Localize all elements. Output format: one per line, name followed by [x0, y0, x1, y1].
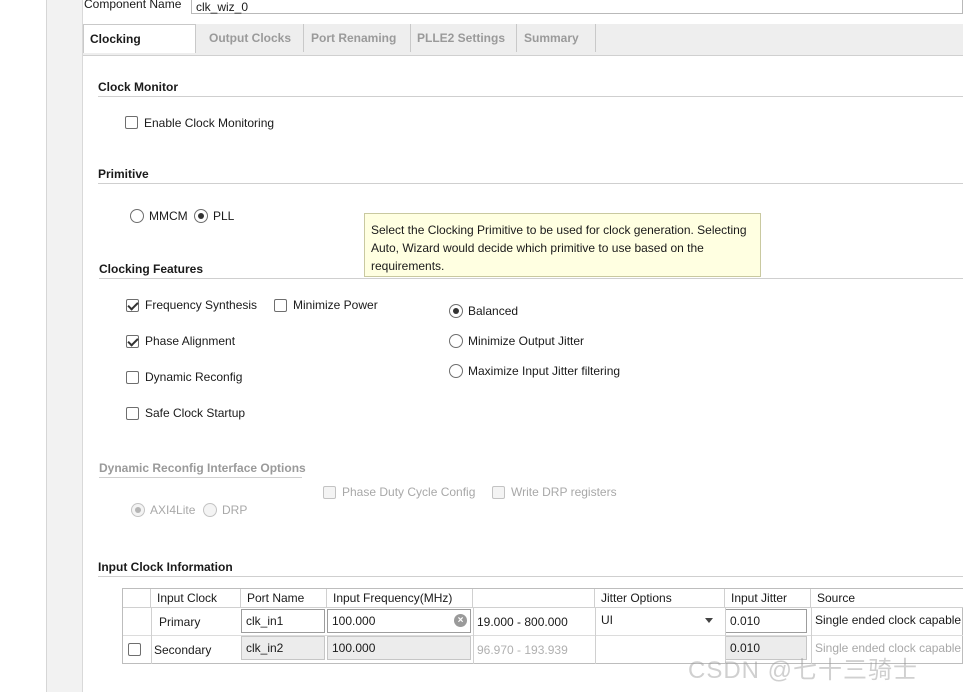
write-drp-registers-label: Write DRP registers [511, 485, 617, 499]
divider [98, 183, 963, 184]
watermark: CSDN @七十三骑士 [688, 657, 919, 684]
component-name-label: Component Name [84, 0, 182, 11]
maximize-input-jitter-label: Maximize Input Jitter filtering [468, 364, 621, 378]
balanced-radio[interactable] [449, 304, 463, 318]
tab-plle2-settings[interactable]: PLLE2 Settings [411, 24, 517, 52]
dynamic-reconfig-label: Dynamic Reconfig [145, 370, 243, 384]
pll-label: PLL [213, 209, 235, 223]
safe-clock-startup-label: Safe Clock Startup [145, 406, 246, 420]
frequency-synthesis-checkbox[interactable] [126, 299, 139, 312]
minimize-output-jitter-radio[interactable] [449, 334, 463, 348]
drp-options-title: Dynamic Reconfig Interface Options [99, 461, 306, 475]
drp-label: DRP [222, 503, 248, 517]
primary-source-select[interactable]: Single ended clock capable pin [811, 606, 963, 634]
phase-duty-cycle-checkbox[interactable] [323, 486, 336, 499]
input-clock-info-title: Input Clock Information [98, 560, 233, 574]
clock-monitor-title: Clock Monitor [98, 80, 178, 94]
primary-input-jitter-input[interactable]: 0.010 [725, 609, 807, 633]
tab-port-renaming[interactable]: Port Renaming [305, 24, 411, 52]
write-drp-registers-checkbox[interactable] [492, 486, 505, 499]
table-header-select [123, 589, 151, 608]
tab-summary[interactable]: Summary [518, 24, 596, 52]
secondary-frequency-range: 96.970 - 193.939 [477, 643, 568, 657]
secondary-port-name-input[interactable]: clk_in2 [241, 636, 325, 660]
enable-clock-monitoring-checkbox[interactable] [125, 116, 138, 129]
drp-radio[interactable] [203, 503, 217, 517]
clocking-features-title: Clocking Features [99, 262, 204, 276]
primary-frequency-range: 19.000 - 800.000 [477, 615, 568, 629]
chevron-down-icon[interactable] [705, 618, 713, 623]
frequency-synthesis-label: Frequency Synthesis [145, 298, 258, 312]
primitive-tooltip: Select the Clocking Primitive to be used… [364, 213, 761, 277]
tab-output-clocks[interactable]: Output Clocks [203, 24, 304, 52]
table-header [473, 589, 595, 608]
column-divider [595, 608, 596, 664]
left-strip [47, 0, 83, 692]
secondary-frequency-input[interactable]: 100.000 [327, 636, 471, 660]
primary-port-name-input[interactable]: clk_in1 [241, 609, 325, 633]
maximize-input-jitter-radio[interactable] [449, 364, 463, 378]
divider [99, 477, 302, 478]
axi4lite-label: AXI4Lite [150, 503, 196, 517]
table-header: Input Clock [151, 589, 241, 608]
mmcm-radio[interactable] [130, 209, 144, 223]
axi4lite-radio[interactable] [131, 503, 145, 517]
balanced-label: Balanced [468, 304, 519, 318]
divider [98, 576, 963, 577]
minimize-output-jitter-label: Minimize Output Jitter [468, 334, 585, 348]
phase-alignment-checkbox[interactable] [126, 335, 139, 348]
minimize-power-checkbox[interactable] [274, 299, 287, 312]
mmcm-label: MMCM [149, 209, 188, 223]
column-divider [473, 608, 474, 664]
primary-clock-name: Primary [159, 615, 201, 629]
tab-bar: Clocking Options Output Clocks Port Rena… [83, 24, 963, 74]
minimize-power-label: Minimize Power [293, 298, 378, 312]
table-header: Input Jitter [725, 589, 811, 608]
table-header: Input Frequency(MHz) [327, 589, 473, 608]
table-header: Port Name [241, 589, 327, 608]
secondary-clock-name: Secondary [154, 643, 212, 657]
secondary-clock-checkbox[interactable] [128, 643, 141, 656]
primitive-title: Primitive [98, 167, 149, 181]
dynamic-reconfig-checkbox[interactable] [126, 371, 139, 384]
phase-alignment-label: Phase Alignment [145, 334, 236, 348]
tab-clocking-options[interactable]: Clocking Options [83, 24, 196, 74]
component-name-input[interactable]: clk_wiz_0 [191, 0, 963, 14]
column-divider [151, 608, 152, 664]
safe-clock-startup-checkbox[interactable] [126, 407, 139, 420]
divider [99, 278, 963, 279]
clear-icon[interactable]: × [454, 614, 467, 627]
phase-duty-cycle-label: Phase Duty Cycle Config [342, 485, 476, 499]
enable-clock-monitoring-label: Enable Clock Monitoring [144, 116, 275, 130]
left-panel [0, 0, 47, 692]
divider [98, 96, 963, 97]
pll-radio[interactable] [194, 209, 208, 223]
primary-frequency-input[interactable]: 100.000 [327, 609, 471, 633]
